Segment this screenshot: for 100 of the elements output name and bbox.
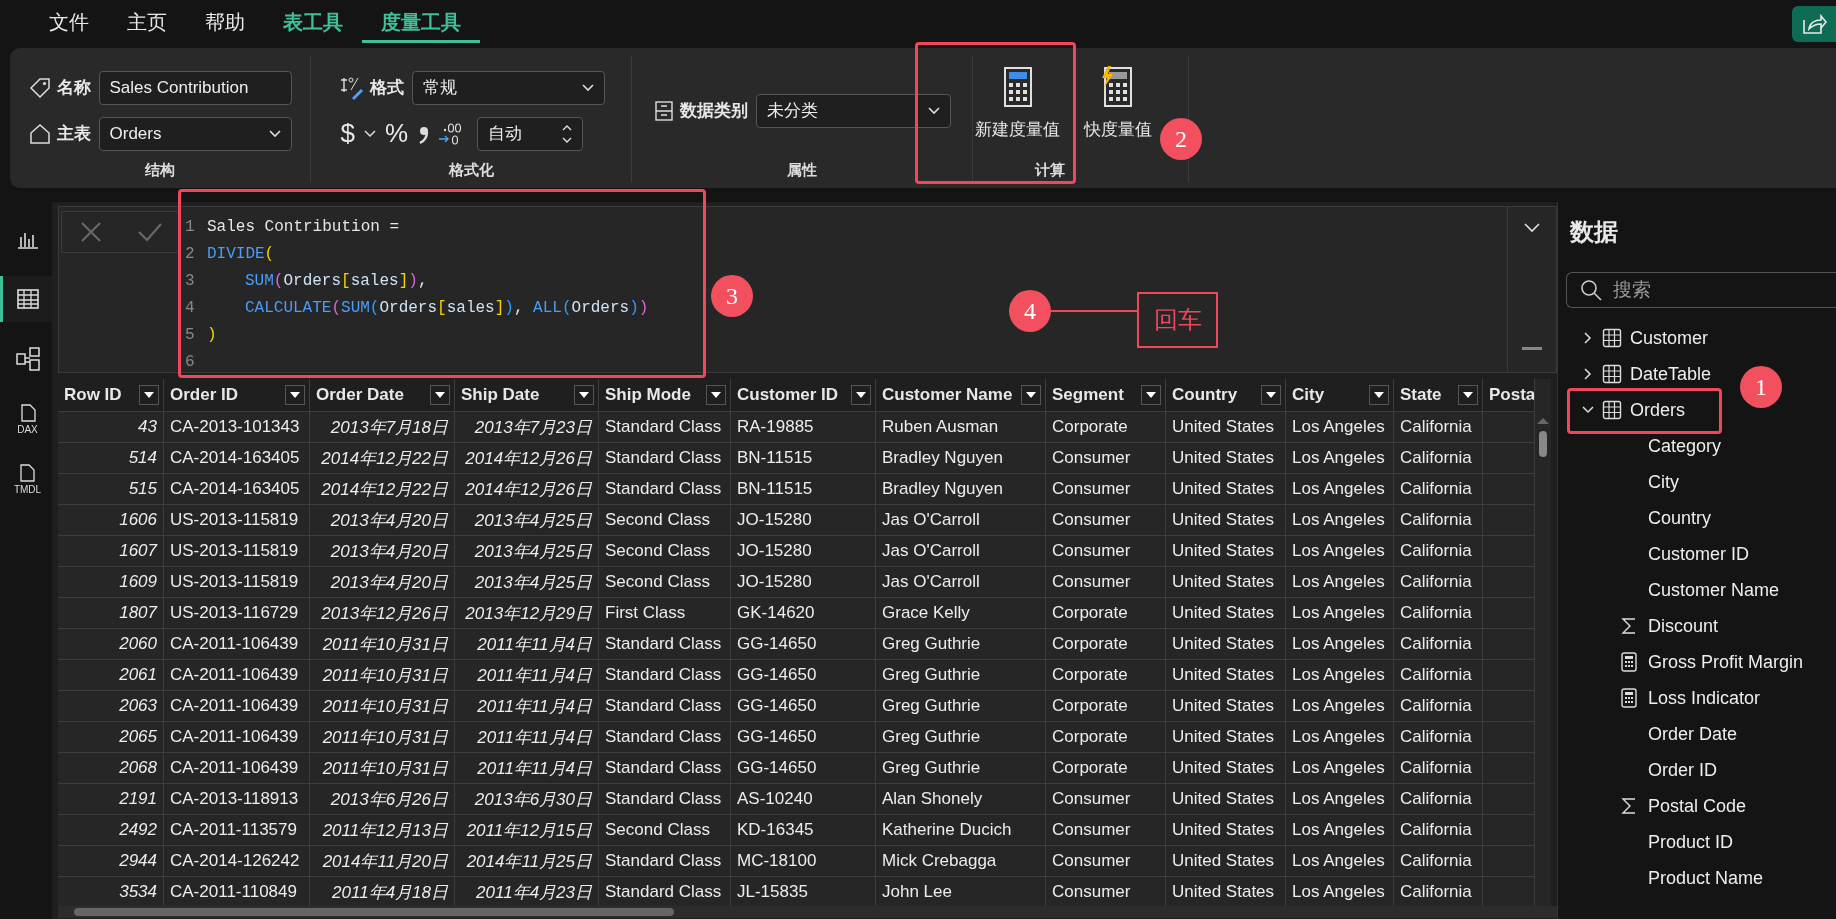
scroll-thumb[interactable] (1539, 431, 1547, 457)
tree-item[interactable]: Order Date (1566, 716, 1738, 752)
percent-button[interactable]: % (381, 118, 412, 149)
tree-item[interactable]: Gross Profit Margin (1566, 644, 1804, 680)
table-cell: CA-2011-106439 (164, 753, 310, 784)
table-view-button[interactable] (0, 276, 52, 322)
column-title: Row ID (64, 385, 122, 405)
code-line: Sales Contribution = (207, 217, 400, 236)
home-table-dropdown[interactable]: Orders (98, 116, 292, 151)
table-cell: United States (1166, 691, 1286, 722)
table-cell: Bradley Nguyen (876, 443, 1046, 474)
triangle-down-icon (144, 391, 154, 399)
column-filter-button[interactable] (574, 385, 594, 405)
chevron-down-icon[interactable] (1524, 223, 1540, 233)
table-cell: Alan Shonely (876, 784, 1046, 815)
data-category-dropdown[interactable]: 未分类 (755, 93, 951, 128)
decimals-spinner[interactable]: 自动 (477, 116, 584, 151)
line-number: 4 (185, 298, 196, 317)
currency-button[interactable]: $ (337, 118, 358, 149)
table-cell: United States (1166, 474, 1286, 505)
tree-item[interactable]: Product ID (1566, 824, 1734, 860)
menu-tab[interactable]: 表工具 (264, 5, 362, 43)
code-line: CALCULATE(SUM(Orders[sales]), ALL(Orders)) (244, 298, 649, 317)
tree-label: DateTable (1630, 363, 1712, 385)
table-cell: US-2013-115819 (164, 505, 310, 536)
table-cell: Los Angeles (1286, 815, 1394, 846)
triangle-down-icon (856, 391, 866, 399)
model-icon (14, 346, 41, 372)
table-cell: 2011年10月31日 (310, 691, 455, 722)
table-cell: Standard Class (599, 722, 731, 753)
measure-button[interactable]: 快度量值 (1082, 62, 1154, 145)
horizontal-scrollbar[interactable] (58, 906, 1557, 918)
column-title: State (1400, 385, 1442, 405)
triangle-down-icon (1266, 391, 1276, 399)
table-cell: CA-2011-106439 (164, 722, 310, 753)
file-view-button[interactable]: DAX (0, 396, 52, 442)
column-filter-button[interactable] (139, 385, 159, 405)
table-cell: CA-2011-113579 (164, 815, 310, 846)
table-cell: Consumer (1046, 443, 1166, 474)
tree-item[interactable]: Loss Indicator (1566, 680, 1761, 716)
measure-button[interactable]: 新建度量值 (973, 62, 1062, 145)
table-cell: Los Angeles (1286, 877, 1394, 906)
decimal-icon[interactable] (437, 120, 464, 147)
table-cell: KD-16345 (731, 815, 876, 846)
scroll-thumb[interactable] (74, 908, 674, 916)
menu-tab[interactable]: 度量工具 (362, 5, 480, 43)
vertical-scrollbar[interactable] (1535, 379, 1551, 906)
table-cell: Greg Guthrie (876, 660, 1046, 691)
column-filter-button[interactable] (1458, 385, 1478, 405)
table-cell: CA-2011-106439 (164, 629, 310, 660)
tree-item[interactable]: Postal Code (1566, 788, 1747, 824)
table-cell: Ruben Ausman (876, 412, 1046, 443)
line-number: 2 (185, 244, 196, 263)
table-cell: GG-14650 (731, 753, 876, 784)
column-filter-button[interactable] (1369, 385, 1389, 405)
tree-item[interactable]: Customer Name (1566, 572, 1780, 608)
calculator-icon (1621, 652, 1637, 672)
table-cell: Consumer (1046, 536, 1166, 567)
triangle-down-icon (1374, 391, 1384, 399)
table-cell: Los Angeles (1286, 722, 1394, 753)
tree-item[interactable]: Discount (1566, 608, 1719, 644)
share-button[interactable] (1792, 6, 1836, 42)
search-icon (1580, 279, 1602, 301)
table-cell: United States (1166, 846, 1286, 877)
column-filter-button[interactable] (851, 385, 871, 405)
tree-item[interactable]: DateTable (1566, 356, 1712, 392)
table-cell: Los Angeles (1286, 784, 1394, 815)
tree-item[interactable]: Orders (1566, 392, 1685, 428)
tree-item[interactable]: Customer (1566, 320, 1709, 356)
tree-item[interactable]: City (1566, 464, 1679, 500)
column-filter-button[interactable] (1141, 385, 1161, 405)
table-cell: Los Angeles (1286, 629, 1394, 660)
column-filter-button[interactable] (1021, 385, 1041, 405)
close-icon[interactable] (79, 221, 102, 243)
home-table-label: 主表 (56, 123, 91, 145)
column-filter-button[interactable] (430, 385, 450, 405)
caret-icon[interactable] (363, 129, 376, 138)
table-cell: GG-14650 (731, 691, 876, 722)
tree-item[interactable]: Order ID (1566, 752, 1717, 788)
menu-tab[interactable]: 帮助 (186, 5, 264, 43)
table-cell: United States (1166, 536, 1286, 567)
table-cell: 2011年11月4日 (455, 691, 599, 722)
name-field[interactable]: Sales Contribution (98, 70, 292, 105)
tree-item[interactable]: Customer ID (1566, 536, 1750, 572)
tree-item[interactable]: Country (1566, 500, 1712, 536)
table-cell: 2014年12月22日 (310, 474, 455, 505)
format-dropdown[interactable]: 常规 (411, 70, 605, 105)
check-icon[interactable] (136, 222, 163, 242)
column-filter-button[interactable] (706, 385, 726, 405)
column-filter-button[interactable] (285, 385, 305, 405)
table-cell: Greg Guthrie (876, 753, 1046, 784)
table-cell: First Class (599, 598, 731, 629)
menu-tab[interactable]: 主页 (108, 5, 186, 43)
menu-tab[interactable]: 文件 (30, 5, 108, 43)
column-filter-button[interactable] (1261, 385, 1281, 405)
search-field[interactable]: 搜索 (1566, 272, 1836, 308)
scroll-thumb[interactable] (1522, 347, 1542, 350)
tree-item[interactable]: Product Name (1566, 860, 1764, 896)
tree-item[interactable]: Category (1566, 428, 1722, 464)
file-view-button[interactable]: TMDL (0, 456, 52, 502)
